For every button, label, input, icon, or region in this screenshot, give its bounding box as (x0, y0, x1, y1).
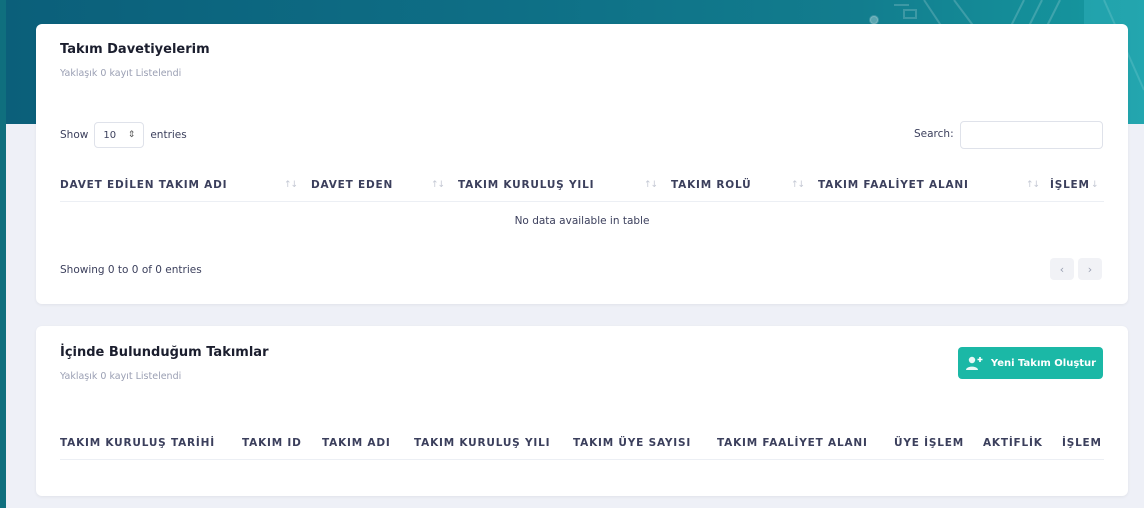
previous-page-button[interactable]: ‹ (1050, 258, 1074, 280)
empty-table-message: No data available in table (514, 215, 650, 227)
column-header[interactable]: TAKIM KURULUŞ YILI (414, 426, 550, 460)
column-header[interactable]: İŞLEM (1062, 426, 1102, 460)
pagination: ‹ › (1050, 258, 1102, 280)
column-header[interactable]: TAKIM ID (242, 426, 302, 460)
column-header[interactable]: DAVET EDİLEN TAKIM ADI (60, 168, 227, 202)
column-header[interactable]: TAKIM KURULUŞ YILI (458, 168, 594, 202)
teams-card: İçinde Bulunduğum Takımlar Yaklaşık 0 ka… (36, 326, 1128, 496)
search-label: Search: (914, 128, 954, 140)
new-team-button-label: Yeni Takım Oluştur (990, 357, 1097, 369)
column-header[interactable]: TAKIM ÜYE SAYISI (573, 426, 691, 460)
sort-icon: ↑↓ (284, 180, 298, 190)
column-header[interactable]: İŞLEM (1050, 168, 1090, 202)
sort-icon: ↑↓ (431, 180, 445, 190)
sort-icon: ↓ (1091, 180, 1098, 190)
table-info: Showing 0 to 0 of 0 entries (60, 264, 202, 276)
search-input[interactable] (960, 121, 1103, 149)
teams-subtitle: Yaklaşık 0 kayıt Listelendi (60, 371, 182, 382)
new-team-button[interactable]: Yeni Takım Oluştur (958, 347, 1103, 379)
column-header[interactable]: TAKIM FAALİYET ALANI (818, 168, 969, 202)
column-header[interactable]: ÜYE İŞLEM (894, 426, 964, 460)
length-control: Show 10 ⇕ entries (60, 122, 187, 148)
entries-length-select[interactable]: 10 ⇕ (94, 122, 145, 148)
column-header[interactable]: TAKIM ROLÜ (671, 168, 751, 202)
column-header[interactable]: TAKIM FAALİYET ALANI (717, 426, 868, 460)
column-header[interactable]: TAKIM ADI (322, 426, 391, 460)
teams-title: İçinde Bulunduğum Takımlar (60, 345, 269, 360)
next-page-button[interactable]: › (1078, 258, 1102, 280)
invites-table-header: DAVET EDİLEN TAKIM ADI ↑↓ DAVET EDEN ↑↓ … (60, 168, 1104, 202)
entries-label: entries (150, 129, 187, 141)
invites-card: Takım Davetiyelerim Yaklaşık 0 kayıt Lis… (36, 24, 1128, 304)
show-label: Show (60, 129, 89, 141)
teams-table-header: TAKIM KURULUŞ TARİHİ TAKIM ID TAKIM ADI … (60, 426, 1104, 460)
sort-icon: ↑↓ (1026, 180, 1040, 190)
sort-icon: ↑↓ (644, 180, 658, 190)
length-value: 10 (103, 129, 117, 141)
column-header[interactable]: DAVET EDEN (311, 168, 393, 202)
invites-subtitle: Yaklaşık 0 kayıt Listelendi (60, 68, 182, 79)
sort-updown-icon: ⇕ (127, 130, 136, 140)
column-header[interactable]: TAKIM KURULUŞ TARİHİ (60, 426, 215, 460)
add-user-icon (965, 356, 983, 370)
sort-icon: ↑↓ (791, 180, 805, 190)
column-header[interactable]: AKTİFLİK (983, 426, 1043, 460)
invites-title: Takım Davetiyelerim (60, 42, 210, 57)
